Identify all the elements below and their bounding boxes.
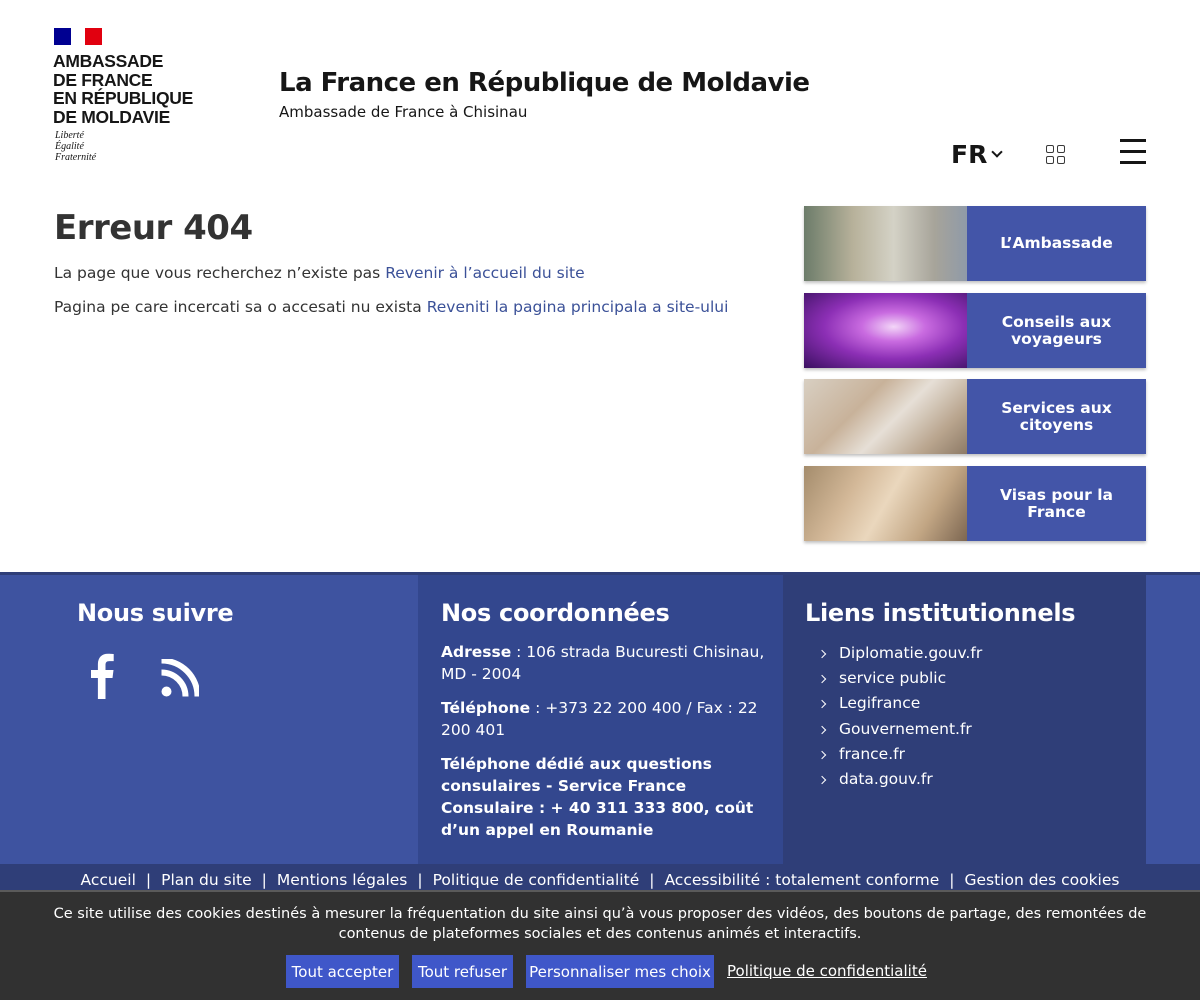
contact-title: Nos coordonnées [441,599,670,627]
address-label: Adresse [441,643,512,661]
motto-line: Liberté [55,130,84,141]
refuse-all-button[interactable]: Tout refuser [412,955,513,988]
institutional-links-title: Liens institutionnels [805,599,1076,627]
embassy-name-line: EN RÉPUBLIQUE [53,88,194,108]
error-message-fr: La page que vous recherchez n’existe pas… [54,264,585,282]
link-service-public[interactable]: service public [819,666,982,691]
card-visas[interactable]: Visas pour la France [804,466,1146,541]
home-link-ro[interactable]: Reveniti la pagina principala a site-ulu… [427,298,729,316]
error-message-ro: Pagina pe care incercati sa o accesati n… [54,298,728,316]
phone-label: Téléphone [441,699,531,717]
embassy-name[interactable]: AMBASSADE DE FRANCE EN RÉPUBLIQUE DE MOL… [53,52,253,126]
error-text-ro: Pagina pe care incercati sa o accesati n… [54,298,427,316]
motto-line: Égalité [55,141,84,152]
display-settings-icon[interactable] [1046,145,1067,164]
site-title[interactable]: La France en République de Moldavie [279,68,810,98]
card-ambassade[interactable]: L’Ambassade [804,206,1146,281]
french-flag-logo[interactable] [54,28,102,45]
card-image [804,466,967,541]
consular-line: Téléphone dédié aux questions consulaire… [441,753,766,841]
embassy-name-line: AMBASSADE [53,51,164,71]
facebook-icon[interactable] [86,653,116,699]
language-code: FR [951,140,988,169]
privacy-policy-link[interactable]: Politique de confidentialité [727,962,927,980]
menu-hamburger-icon[interactable] [1120,139,1146,165]
follow-section: Nous suivre [0,575,418,864]
cookie-banner: Ce site utilise des cookies destinés à m… [0,890,1200,1000]
follow-title: Nous suivre [77,599,234,627]
card-services-citoyens[interactable]: Services aux citoyens [804,379,1146,454]
embassy-name-line: DE MOLDAVIE [53,106,170,127]
institutional-links-section: Liens institutionnels Diplomatie.gouv.fr… [783,575,1146,864]
card-conseils-voyageurs[interactable]: Conseils aux voyageurs [804,293,1146,368]
address-line: Adresse : 106 strada Bucuresti Chisinau,… [441,641,766,685]
card-image [804,293,967,368]
link-france[interactable]: france.fr [819,742,982,767]
site-subtitle: Ambassade de France à Chisinau [279,103,528,121]
card-label: Services aux citoyens [1001,398,1112,434]
site-footer: Nous suivre Nos coordonnées Adresse : 10… [0,572,1200,893]
contact-section: Nos coordonnées Adresse : 106 strada Buc… [418,575,783,864]
card-label: L’Ambassade [1000,234,1113,252]
page-title: Erreur 404 [54,208,253,248]
customize-cookies-button[interactable]: Personnaliser mes choix [526,955,714,988]
footer-bottom-links: Accueil | Plan du site | Mentions légales |… [0,864,1200,893]
embassy-name-line: DE FRANCE [53,69,153,90]
link-diplomatie[interactable]: Diplomatie.gouv.fr [819,641,982,666]
card-label: Conseils aux voyageurs [1001,312,1112,348]
accept-all-button[interactable]: Tout accepter [286,955,399,988]
rss-icon[interactable] [161,659,199,697]
link-gouvernement[interactable]: Gouvernement.fr [819,717,982,742]
phone-line: Téléphone : +373 22 200 400 / Fax : 22 2… [441,697,766,741]
card-image [804,379,967,454]
home-link-fr[interactable]: Revenir à l’accueil du site [385,264,584,282]
card-image [804,206,967,281]
consular-text: Téléphone dédié aux questions consulaire… [441,755,754,839]
error-text-fr: La page que vous recherchez n’existe pas [54,264,386,282]
link-legifrance[interactable]: Legifrance [819,691,982,716]
language-selector[interactable]: FR [951,140,1003,169]
motto-line: Fraternité [55,152,97,163]
link-data-gouv[interactable]: data.gouv.fr [819,767,982,792]
site-header: AMBASSADE DE FRANCE EN RÉPUBLIQUE DE MOL… [0,0,1200,190]
card-label: Visas pour la France [1000,485,1113,521]
cookie-message: Ce site utilise des cookies destinés à m… [53,906,1147,942]
institutional-links-list: Diplomatie.gouv.fr service public Legifr… [819,641,982,792]
chevron-down-icon [991,145,1003,158]
republic-motto: Liberté Égalité Fraternité [55,130,96,163]
contact-details: Adresse : 106 strada Bucuresti Chisinau,… [441,641,766,853]
